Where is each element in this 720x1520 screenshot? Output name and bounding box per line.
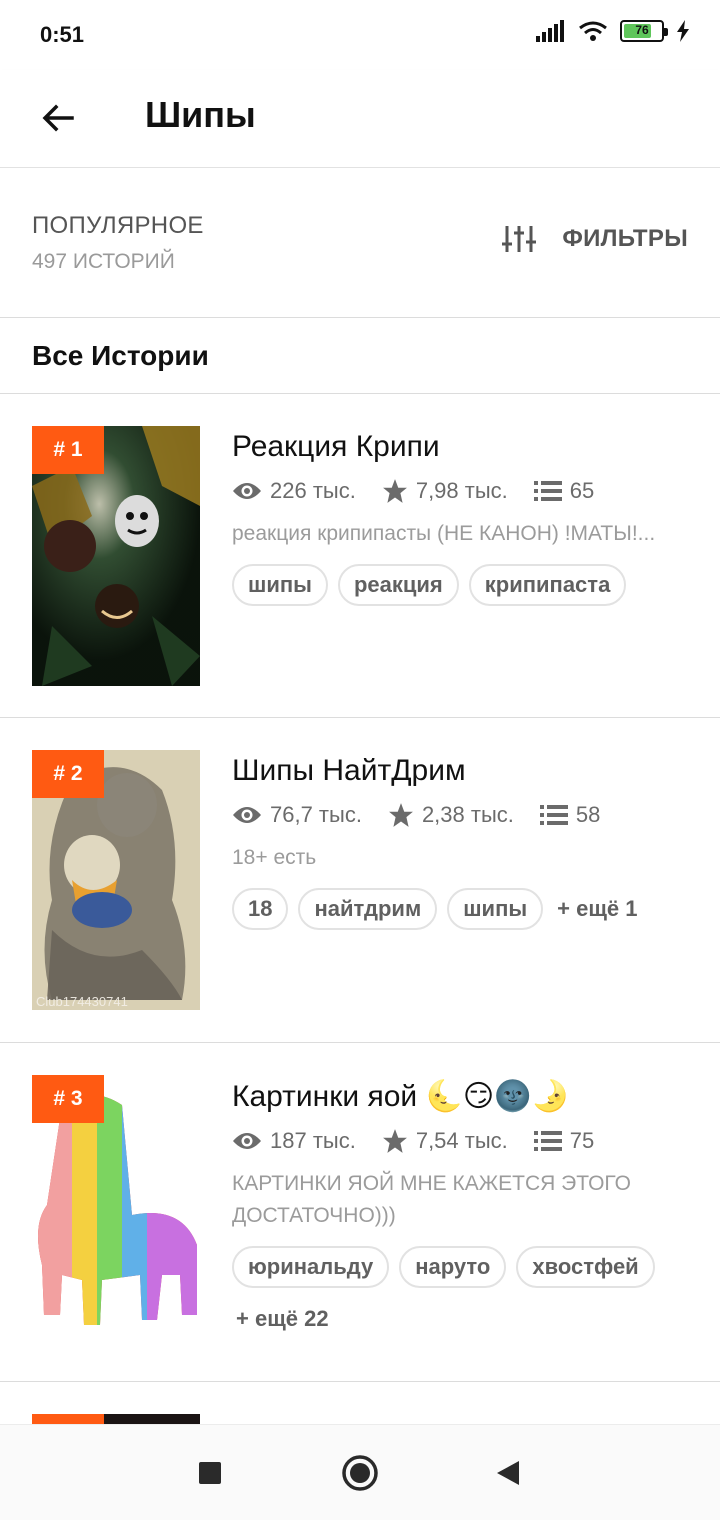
signal-icon: [536, 20, 564, 42]
story-cover[interactable]: Club174430741 # 2: [32, 750, 200, 1010]
eye-icon: [233, 483, 261, 499]
filters-label: ФИЛЬТРЫ: [562, 225, 688, 252]
rank-badge: # 1: [32, 426, 104, 474]
circle-icon: [342, 1455, 378, 1491]
rank-badge: # 3: [32, 1075, 104, 1123]
story-info: Шипы НайтДрим 76,7 тыс. 2,38 тыс. 58 18+…: [232, 754, 696, 930]
system-nav-bar: [0, 1424, 720, 1520]
views-stat: 187 тыс.: [232, 1128, 356, 1154]
tag-chip[interactable]: юринальду: [232, 1246, 390, 1288]
story-card[interactable]: # 3 Картинки яой 🌜😏🌚🌛 187 тыс. 7,54 тыс.: [0, 1043, 720, 1382]
svg-text:Club174430741: Club174430741: [36, 994, 128, 1009]
views-stat: 226 тыс.: [232, 478, 356, 504]
parts-count: 75: [569, 1128, 595, 1153]
story-title[interactable]: Реакция Крипи: [232, 430, 696, 464]
recents-button[interactable]: [190, 1453, 230, 1493]
rank-badge-partial: [32, 1414, 104, 1424]
square-icon: [199, 1462, 221, 1484]
tag-chip[interactable]: шипы: [232, 564, 328, 606]
views-count: 187 тыс.: [270, 1128, 356, 1153]
charging-icon: [677, 20, 689, 42]
tag-chip[interactable]: крипипаста: [468, 564, 627, 606]
story-tags: юринальду наруто хвостфей + ещё 22: [232, 1246, 696, 1340]
story-stats: 226 тыс. 7,98 тыс. 65: [232, 478, 696, 504]
story-stats: 187 тыс. 7,54 тыс. 75: [232, 1128, 696, 1154]
status-icons: 76: [536, 20, 690, 42]
battery-percent: 76: [635, 23, 649, 37]
story-card[interactable]: Club174430741 # 2 Шипы НайтДрим 76,7 тыс…: [0, 718, 720, 1043]
story-description: 18+ есть: [232, 846, 317, 869]
story-stats: 76,7 тыс. 2,38 тыс. 58: [232, 802, 696, 828]
filter-bar: ПОПУЛЯРНОЕ 497 ИСТОРИЙ ФИЛЬТРЫ: [0, 168, 720, 318]
votes-count: 7,54 тыс.: [415, 1128, 508, 1153]
votes-count: 2,38 тыс.: [421, 802, 514, 827]
star-icon: [389, 803, 413, 827]
parts-count: 58: [575, 802, 601, 827]
more-tags-link[interactable]: + ещё 1: [553, 888, 637, 930]
more-tags-link[interactable]: + ещё 22: [232, 1298, 329, 1340]
tag-chip[interactable]: шипы: [447, 888, 544, 930]
parts-stat: 65: [533, 478, 595, 504]
votes-stat: 7,98 тыс.: [382, 478, 508, 504]
story-title[interactable]: Шипы НайтДрим: [232, 754, 696, 788]
story-cover[interactable]: # 1: [32, 426, 200, 686]
story-count: 497 ИСТОРИЙ: [32, 250, 175, 273]
tag-chip[interactable]: 18: [232, 888, 289, 930]
sliders-icon: [502, 226, 537, 252]
tag-chip[interactable]: хвостфей: [516, 1246, 655, 1288]
status-time: 0:51: [40, 22, 85, 47]
parts-count: 65: [569, 478, 595, 503]
votes-stat: 2,38 тыс.: [388, 802, 514, 828]
list-icon: [539, 805, 568, 825]
views-stat: 76,7 тыс.: [232, 802, 362, 828]
eye-icon: [233, 1133, 261, 1149]
story-info: Картинки яой 🌜😏🌚🌛 187 тыс. 7,54 тыс. 75 …: [232, 1079, 696, 1340]
views-count: 226 тыс.: [270, 478, 356, 503]
story-cover-partial: [104, 1414, 200, 1424]
section-header: Все Истории: [0, 318, 720, 394]
star-icon: [382, 479, 407, 503]
battery-icon: 76: [620, 20, 668, 42]
story-card-partial[interactable]: [0, 1382, 720, 1424]
section-title: Все Истории: [32, 340, 209, 371]
eye-icon: [233, 807, 261, 823]
views-count: 76,7 тыс.: [270, 802, 362, 827]
filters-button[interactable]: ФИЛЬТРЫ: [502, 224, 688, 254]
nav-back-button[interactable]: [488, 1453, 528, 1493]
status-bar: 0:51 76: [0, 0, 720, 70]
home-button[interactable]: [340, 1453, 380, 1493]
parts-stat: 58: [539, 802, 601, 828]
arrow-left-icon: [42, 104, 74, 132]
story-description: КАРТИНКИ ЯОЙ МНЕ КАЖЕТСЯ ЭТОГО ДОСТАТОЧН…: [232, 1172, 631, 1227]
rank-badge: # 2: [32, 750, 104, 798]
tag-chip[interactable]: наруто: [399, 1246, 507, 1288]
star-icon: [382, 1129, 407, 1153]
sort-label[interactable]: ПОПУЛЯРНОЕ: [32, 212, 204, 240]
wifi-icon: [579, 21, 607, 41]
votes-count: 7,98 тыс.: [415, 478, 508, 503]
story-title[interactable]: Картинки яой 🌜😏🌚🌛: [232, 1079, 696, 1114]
parts-stat: 75: [533, 1128, 595, 1154]
list-icon: [533, 481, 562, 501]
story-description: реакция крипипасты (НЕ КАНОН) !МАТЫ!...: [232, 522, 656, 545]
triangle-icon: [497, 1461, 519, 1485]
page-title: Шипы: [145, 94, 256, 135]
tag-chip[interactable]: найтдрим: [298, 888, 438, 930]
list-icon: [533, 1131, 562, 1151]
story-card[interactable]: # 1 Реакция Крипи 226 тыс. 7,98 тыс. 65 …: [0, 394, 720, 718]
votes-stat: 7,54 тыс.: [382, 1128, 508, 1154]
story-tags: 18 найтдрим шипы + ещё 1: [232, 888, 696, 930]
story-tags: шипы реакция крипипаста: [232, 564, 696, 606]
story-cover[interactable]: # 3: [32, 1075, 200, 1335]
app-bar: Шипы: [0, 70, 720, 168]
back-button[interactable]: [28, 88, 88, 148]
story-info: Реакция Крипи 226 тыс. 7,98 тыс. 65 реак…: [232, 430, 696, 606]
tag-chip[interactable]: реакция: [337, 564, 459, 606]
